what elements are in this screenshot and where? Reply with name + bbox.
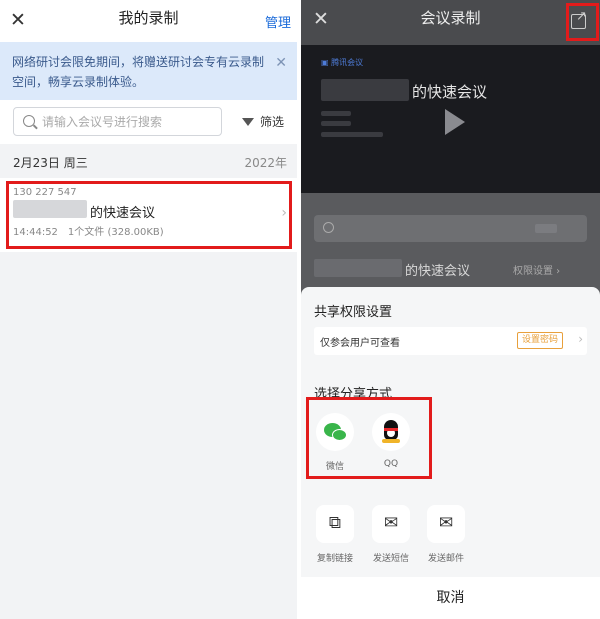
list-meeting-name: 的快速会议: [405, 264, 471, 279]
permission-heading: 共享权限设置: [314, 305, 393, 320]
top-bar: ✕ 我的录制 管理: [0, 0, 297, 42]
share-option-label: 发送邮件: [427, 554, 464, 564]
mail-icon: ✉: [427, 505, 465, 543]
video-brand: ▣ 腾讯会议: [321, 58, 364, 67]
notice-close-icon[interactable]: ✕: [275, 53, 287, 73]
share-mail[interactable]: ✉ 发送邮件: [420, 505, 472, 564]
copy-glyph: ⧉: [328, 513, 342, 533]
filter-button[interactable]: 筛选: [242, 113, 284, 130]
filter-icon: [242, 117, 254, 126]
video-meta-line: [321, 111, 351, 116]
notice-text: 网络研讨会限免期间，将赠送研讨会专有云录制空间，畅享云录制体验。: [12, 55, 265, 89]
highlight-box-share-options: [306, 397, 432, 479]
search-row: 请输入会议号进行搜索 筛选: [0, 100, 297, 144]
highlight-box-share: [566, 3, 599, 41]
page-title: 我的录制: [118, 9, 179, 27]
share-option-label: 发送短信: [372, 554, 409, 564]
highlight-box-recording: [6, 181, 292, 249]
cancel-button[interactable]: 取消: [301, 577, 600, 619]
chevron-right-icon: ›: [578, 332, 583, 346]
share-sms[interactable]: ✉ 发送短信: [365, 505, 417, 564]
video-player[interactable]: ▣ 腾讯会议 的快速会议: [301, 45, 600, 193]
search-icon: [323, 222, 334, 233]
list-permission: 权限设置 ›: [513, 266, 561, 277]
share-option-label: 复制链接: [316, 554, 353, 564]
mail-glyph: ✉: [438, 513, 454, 533]
redacted-video-name: [321, 79, 409, 101]
recording-detail-panel: ✕ 会议录制 ↗ ▣ 腾讯会议 的快速会议 的快速会议 权限设置 › 共享权限设…: [301, 0, 600, 619]
permission-text: 仅参会用户可查看: [320, 338, 400, 349]
promo-notice: 网络研讨会限免期间，将赠送研讨会专有云录制空间，畅享云录制体验。 ✕: [0, 42, 297, 100]
sms-icon: ✉: [372, 505, 410, 543]
recordings-panel: ✕ 我的录制 管理 网络研讨会限免期间，将赠送研讨会专有云录制空间，畅享云录制体…: [0, 0, 297, 619]
detail-top-bar: ✕ 会议录制 ↗: [301, 0, 600, 42]
video-title: 的快速会议: [412, 83, 488, 101]
set-password-badge[interactable]: 设置密码: [517, 332, 563, 349]
dimmed-list: 的快速会议 权限设置 ›: [301, 193, 600, 293]
play-icon[interactable]: [445, 109, 465, 135]
dimmed-search: [314, 215, 587, 242]
redacted-list-name: [314, 259, 402, 277]
date-header: 2月23日 周三 2022年: [0, 148, 297, 176]
search-placeholder: 请输入会议号进行搜索: [42, 115, 163, 129]
filter-label: 筛选: [260, 115, 285, 129]
dimmed-search-button: [535, 224, 557, 233]
share-copy-link[interactable]: ⧉ 复制链接: [309, 505, 361, 564]
date-label: 2月23日 周三: [13, 156, 88, 170]
permission-row[interactable]: 仅参会用户可查看 设置密码 ›: [314, 327, 587, 355]
search-icon: [23, 115, 35, 127]
manage-button[interactable]: 管理: [265, 12, 291, 31]
year-label: 2022年: [244, 156, 287, 170]
sms-glyph: ✉: [383, 513, 399, 533]
detail-title: 会议录制: [420, 9, 481, 27]
search-input[interactable]: 请输入会议号进行搜索: [13, 107, 222, 136]
video-meta-line: [321, 121, 351, 126]
video-meta-line: [321, 132, 383, 137]
copy-link-icon: ⧉: [316, 505, 354, 543]
